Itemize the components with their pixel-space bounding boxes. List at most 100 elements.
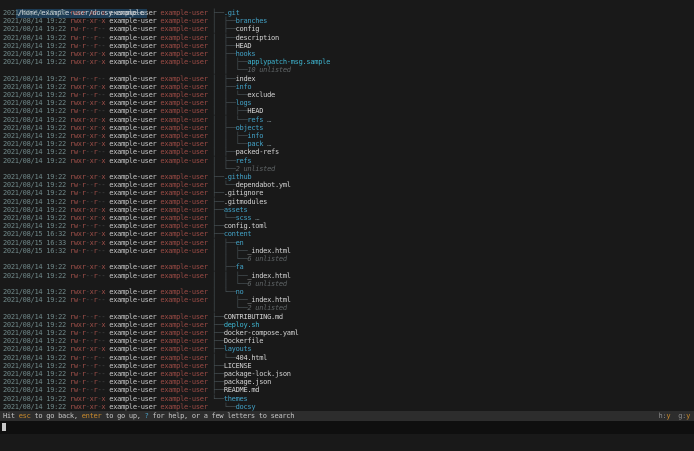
tree-row[interactable]: │ │ └──6 unlisted <box>0 255 694 263</box>
file-name: │ ├──objects <box>212 123 264 132</box>
tree-row[interactable]: 2021/08/14 19:22 rwxr-xr-x example-user … <box>0 50 694 58</box>
file-meta: 2021/08/14 19:22 rw-r--r-- example-user … <box>3 296 208 305</box>
file-name: │ │ ├──HEAD <box>212 107 264 116</box>
tree-row[interactable]: 2021/08/14 19:22 rw-r--r-- example-user … <box>0 386 694 394</box>
file-meta: 2021/08/14 19:22 rwxr-xr-x example-user … <box>3 82 208 91</box>
tree-row[interactable]: 2021/08/15 16:33 rwxr-xr-x example-user … <box>0 239 694 247</box>
tree-row[interactable]: 2021/08/14 19:22 rw-r--r-- example-user … <box>0 181 694 189</box>
tree-row[interactable]: 2021/08/14 19:22 rwxr-xr-x example-user … <box>0 214 694 222</box>
file-name: │ ├──fa <box>212 263 244 272</box>
unlisted-count: │ │ └──6 unlisted <box>212 279 287 288</box>
tree-row[interactable]: 2021/08/14 19:22 rw-r--r-- example-user … <box>0 362 694 370</box>
file-name: │ │ └──exclude <box>212 91 275 100</box>
tree-row[interactable]: 2021/08/14 19:22 rwxr-xr-x example-user … <box>0 157 694 165</box>
file-meta: 2021/08/14 19:22 rw-r--r-- example-user … <box>3 25 208 34</box>
search-input[interactable] <box>0 421 694 434</box>
tree-row[interactable]: 2021/08/14 19:22 rw-r--r-- example-user … <box>0 148 694 156</box>
tree-row[interactable]: 2021/08/14 19:22 rw-r--r-- example-user … <box>0 42 694 50</box>
file-meta: 2021/08/14 19:22 rwxr-xr-x example-user … <box>3 9 208 17</box>
tree-row[interactable]: 2021/08/14 19:22 rwxr-xr-x example-user … <box>0 140 694 148</box>
tree-row[interactable]: 2021/08/14 19:22 rw-r--r-- example-user … <box>0 189 694 197</box>
tree-row[interactable]: 2021/08/14 19:22 rw-r--r-- example-user … <box>0 75 694 83</box>
file-name: ├──layouts <box>212 345 252 354</box>
tree-row[interactable]: 2021/08/14 19:22 rwxr-xr-x example-user … <box>0 173 694 181</box>
file-meta: 2021/08/14 19:22 rw-r--r-- example-user … <box>3 361 208 370</box>
file-name: │ ├──info <box>212 82 252 91</box>
tree-row[interactable]: 2021/08/14 19:22 rw-r--r-- example-user … <box>0 337 694 345</box>
file-name: │ ├──refs <box>212 156 252 165</box>
tree-row[interactable]: 2021/08/14 19:22 rw-r--r-- example-user … <box>0 25 694 33</box>
file-meta: 2021/08/14 19:22 rwxr-xr-x example-user … <box>3 205 208 214</box>
file-meta: 2021/08/14 19:22 rwxr-xr-x example-user … <box>3 17 208 26</box>
file-name: │ ├──en <box>212 238 244 247</box>
tree-row[interactable]: 2021/08/14 19:22 rwxr-xr-x example-user … <box>0 321 694 329</box>
file-name: │ │ ├──_index.html <box>212 271 291 280</box>
file-meta: 2021/08/14 19:22 rwxr-xr-x example-user … <box>3 99 208 108</box>
tree-row[interactable]: │ │ └──10 unlisted <box>0 66 694 74</box>
tree-row[interactable]: 2021/08/14 19:22 rw-r--r-- example-user … <box>0 296 694 304</box>
file-meta: 2021/08/14 19:22 rwxr-xr-x example-user … <box>3 58 208 67</box>
tree-row[interactable]: 2021/08/14 19:22 rwxr-xr-x example-user … <box>0 395 694 403</box>
file-meta: 2021/08/14 19:22 rw-r--r-- example-user … <box>3 312 208 321</box>
file-meta: 2021/08/14 19:22 rw-r--r-- example-user … <box>3 337 208 346</box>
file-name: ├──content <box>212 230 252 239</box>
tree-row[interactable]: │ └──2 unlisted <box>0 304 694 312</box>
tree-row[interactable]: 2021/08/14 19:22 rwxr-xr-x example-user … <box>0 99 694 107</box>
tree-row[interactable]: 2021/08/14 19:22 rw-r--r-- example-user … <box>0 107 694 115</box>
tree-row[interactable]: │ │ └──6 unlisted <box>0 280 694 288</box>
file-meta: 2021/08/14 19:22 rw-r--r-- example-user … <box>3 91 208 100</box>
file-meta: 2021/08/15 16:32 rwxr-xr-x example-user … <box>3 230 208 239</box>
file-meta: 2021/08/14 19:22 rw-r--r-- example-user … <box>3 107 208 116</box>
tree-row[interactable]: 2021/08/14 19:22 rwxr-xr-x example-user … <box>0 206 694 214</box>
tree-row[interactable]: 2021/08/14 19:22 rwxr-xr-x example-user … <box>0 116 694 124</box>
file-name: │ ├──config <box>212 25 260 34</box>
file-name: │ ├──packed-refs <box>212 148 279 157</box>
file-tree[interactable]: 2021/08/14 19:22 rwxr-xr-x example-user … <box>0 9 694 411</box>
file-name: │ │ ├──_index.html <box>212 246 291 255</box>
file-meta: 2021/08/14 19:22 rw-r--r-- example-user … <box>3 74 208 83</box>
tree-row[interactable]: 2021/08/14 19:22 rw-r--r-- example-user … <box>0 329 694 337</box>
tree-row[interactable]: 2021/08/14 19:22 rwxr-xr-x example-user … <box>0 83 694 91</box>
file-name: ├──LICENSE <box>212 361 252 370</box>
file-name: └──themes <box>212 394 248 403</box>
unlisted-count: │ └──2 unlisted <box>212 164 275 173</box>
tree-row[interactable]: 2021/08/14 19:22 rw-r--r-- example-user … <box>0 378 694 386</box>
file-name: ├──deploy.sh <box>212 320 260 329</box>
tree-row[interactable]: 2021/08/14 19:22 rwxr-xr-x example-user … <box>0 288 694 296</box>
tree-row[interactable]: 2021/08/14 19:22 rw-r--r-- example-user … <box>0 222 694 230</box>
tree-row[interactable]: 2021/08/14 19:22 rwxr-xr-x example-user … <box>0 263 694 271</box>
file-meta: 2021/08/14 19:22 rw-r--r-- example-user … <box>3 369 208 378</box>
tree-row[interactable]: 2021/08/14 19:22 rw-r--r-- example-user … <box>0 91 694 99</box>
tree-row[interactable]: 2021/08/14 19:22 rwxr-xr-x example-user … <box>0 132 694 140</box>
file-meta: 2021/08/14 19:22 rwxr-xr-x example-user … <box>3 287 208 296</box>
file-meta: 2021/08/14 19:22 rwxr-xr-x example-user … <box>3 263 208 272</box>
tree-row[interactable]: 2021/08/14 19:22 rw-r--r-- example-user … <box>0 198 694 206</box>
file-meta: 2021/08/14 19:22 rwxr-xr-x example-user … <box>3 394 208 403</box>
unlisted-count: │ └──2 unlisted <box>212 304 287 313</box>
file-meta: 2021/08/14 19:22 rwxr-xr-x example-user … <box>3 140 208 149</box>
tree-row[interactable]: 2021/08/14 19:22 rwxr-xr-x example-user … <box>0 9 694 17</box>
tree-row[interactable]: │ └──2 unlisted <box>0 165 694 173</box>
tree-row[interactable]: 2021/08/14 19:22 rwxr-xr-x example-user … <box>0 345 694 353</box>
tree-row[interactable]: 2021/08/14 19:22 rwxr-xr-x example-user … <box>0 403 694 411</box>
file-name: └──docsy <box>212 402 256 411</box>
tree-row[interactable]: 2021/08/15 16:32 rw-r--r-- example-user … <box>0 247 694 255</box>
tree-row[interactable]: 2021/08/14 19:22 rwxr-xr-x example-user … <box>0 17 694 25</box>
file-name: │ ├──hooks <box>212 50 256 59</box>
tree-row[interactable]: 2021/08/14 19:22 rw-r--r-- example-user … <box>0 354 694 362</box>
file-name: ├──README.md <box>212 386 260 395</box>
tree-row[interactable]: 2021/08/14 19:22 rw-r--r-- example-user … <box>0 313 694 321</box>
file-name: │ │ └──refs … <box>212 115 272 124</box>
file-meta: 2021/08/14 19:22 rw-r--r-- example-user … <box>3 181 208 190</box>
file-meta: 2021/08/14 19:22 rw-r--r-- example-user … <box>3 378 208 387</box>
tree-row[interactable]: 2021/08/14 19:22 rw-r--r-- example-user … <box>0 34 694 42</box>
tree-row[interactable]: 2021/08/15 16:32 rwxr-xr-x example-user … <box>0 230 694 238</box>
tree-row[interactable]: 2021/08/14 19:22 rwxr-xr-x example-user … <box>0 124 694 132</box>
tree-row[interactable]: 2021/08/14 19:22 rw-r--r-- example-user … <box>0 272 694 280</box>
tree-row[interactable]: 2021/08/14 19:22 rwxr-xr-x example-user … <box>0 58 694 66</box>
tree-row[interactable]: 2021/08/14 19:22 rw-r--r-- example-user … <box>0 370 694 378</box>
file-meta: 2021/08/14 19:22 rwxr-xr-x example-user … <box>3 320 208 329</box>
file-meta: 2021/08/14 19:22 rw-r--r-- example-user … <box>3 41 208 50</box>
status-hint: Hit esc to go back, enter to go up, ? fo… <box>3 412 295 420</box>
file-name: ├──CONTRIBUTING.md <box>212 312 283 321</box>
